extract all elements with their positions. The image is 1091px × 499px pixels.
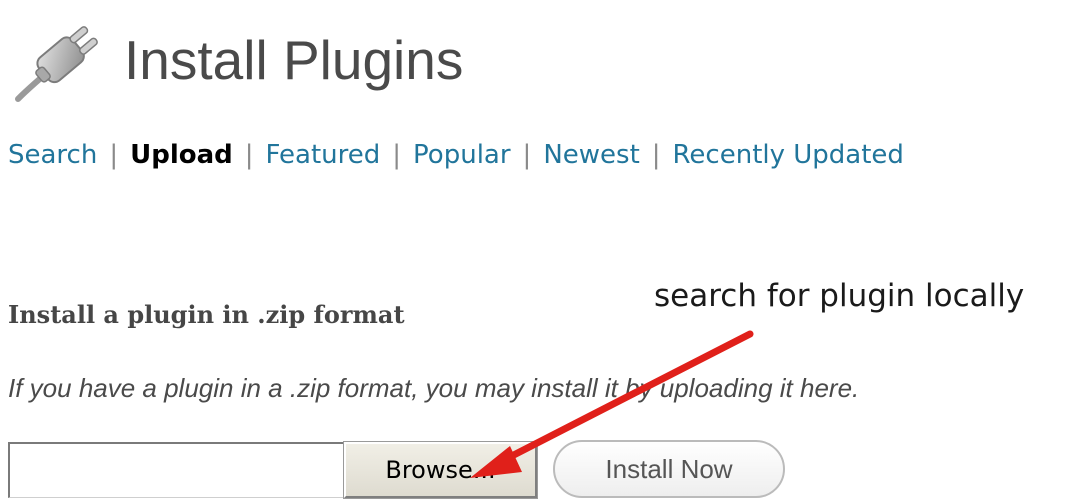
browse-button[interactable]: Browse... — [343, 441, 538, 499]
tab-newest[interactable]: Newest — [543, 140, 639, 170]
tab-featured[interactable]: Featured — [266, 140, 381, 170]
upload-description: If you have a plugin in a .zip format, y… — [8, 373, 860, 403]
tab-separator: | — [392, 140, 402, 170]
tab-separator: | — [651, 140, 661, 170]
tab-popular[interactable]: Popular — [413, 140, 511, 170]
page-header: Install Plugins — [8, 14, 463, 106]
tab-upload[interactable]: Upload — [130, 140, 233, 170]
tab-recently-updated[interactable]: Recently Updated — [673, 140, 904, 170]
tab-search[interactable]: Search — [8, 140, 97, 170]
plugin-file-input[interactable] — [8, 442, 344, 498]
plugin-install-tabs: Search | Upload | Featured | Popular | Newest | Re… — [8, 140, 904, 170]
upload-section-heading: Install a plugin in .zip format — [8, 300, 405, 329]
tab-separator: | — [244, 140, 254, 170]
plugin-plug-icon — [15, 26, 98, 102]
page-title: Install Plugins — [124, 29, 464, 91]
install-now-button[interactable]: Install Now — [553, 440, 785, 498]
annotation-text: search for plugin locally — [654, 278, 1025, 314]
tab-separator: | — [109, 140, 119, 170]
tab-separator: | — [522, 140, 532, 170]
